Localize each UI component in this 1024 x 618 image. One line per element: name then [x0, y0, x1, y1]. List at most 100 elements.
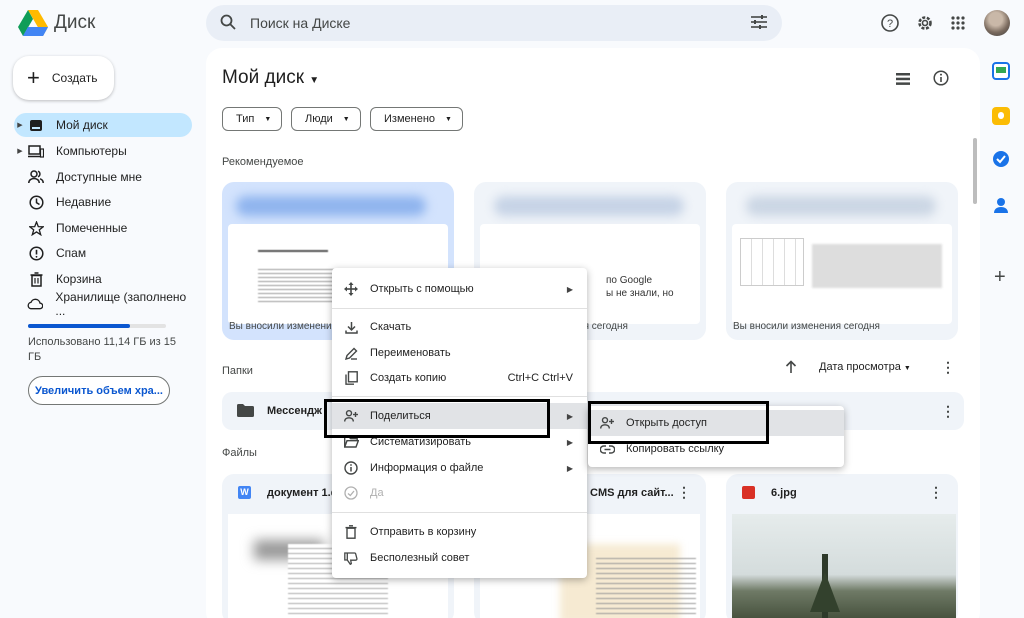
menu-item-make-copy[interactable]: Создать копию Ctrl+C Ctrl+V — [332, 365, 587, 391]
menu-item-label: Информация о файле — [370, 462, 484, 474]
page-title[interactable]: Мой диск ▼ — [222, 67, 319, 89]
sort-label: Дата просмотра — [819, 361, 901, 373]
more-options-icon[interactable]: ⋮ — [677, 484, 691, 501]
menu-item-label: Открыть с помощью — [370, 283, 474, 295]
submenu-arrow-icon: ▶ — [566, 411, 573, 421]
details-info-icon[interactable] — [933, 70, 949, 91]
expand-caret-icon[interactable]: ▶ — [14, 147, 26, 155]
my-drive-icon — [28, 117, 44, 133]
tasks-icon[interactable] — [992, 150, 1010, 173]
chevron-down-icon: ▼ — [903, 365, 911, 372]
sidebar-item-recent[interactable]: Недавние — [14, 190, 192, 214]
chip-label: Тип — [236, 113, 255, 125]
menu-item-label: Переименовать — [370, 347, 451, 359]
menu-item-useless-tip[interactable]: Бесполезный совет — [332, 545, 587, 571]
upgrade-storage-button[interactable]: Увеличить объем хра... — [28, 376, 170, 405]
chip-label: Изменено — [384, 113, 436, 125]
spam-icon — [28, 245, 44, 261]
folder-icon — [237, 404, 254, 422]
sort-dropdown[interactable]: Дата просмотра ▼ — [819, 361, 911, 373]
menu-item-label: Бесполезный совет — [370, 552, 470, 564]
menu-item-rename[interactable]: Переименовать — [332, 340, 587, 366]
create-button-label: Создать — [51, 71, 98, 85]
filter-type-chip[interactable]: Тип ▼ — [222, 107, 283, 131]
preview-text-line: ы не знали, но — [606, 288, 674, 299]
file-name: 6.jpg — [771, 487, 797, 499]
settings-gear-icon[interactable] — [915, 13, 935, 33]
clock-icon — [28, 194, 44, 210]
list-view-icon[interactable] — [896, 72, 910, 90]
sidebar-item-label: Корзина — [56, 272, 102, 286]
sidebar-item-computers[interactable]: ▶ Компьютеры — [14, 139, 192, 163]
avatar[interactable] — [984, 10, 1010, 36]
menu-item-label: Создать копию — [370, 372, 447, 384]
search-input[interactable]: Поиск на Диске — [250, 15, 350, 31]
sidebar-item-starred[interactable]: Помеченные — [14, 216, 192, 240]
offline-icon — [343, 486, 359, 500]
title-dropdown-icon[interactable]: ▼ — [309, 75, 319, 86]
menu-item-shortcut: Ctrl+C Ctrl+V — [507, 372, 573, 384]
expand-caret-icon[interactable]: ▶ — [14, 121, 26, 129]
menu-item-move-to-trash[interactable]: Отправить в корзину — [332, 519, 587, 545]
sidebar-item-shared[interactable]: Доступные мне — [14, 165, 192, 189]
sidebar-item-label: Доступные мне — [56, 170, 142, 184]
contacts-icon[interactable] — [993, 196, 1009, 219]
storage-usage-text: Использовано 11,14 ГБ из 15 ГБ — [28, 336, 176, 363]
file-name: CMS для сайт... — [590, 487, 674, 499]
apps-grid-icon[interactable] — [948, 13, 968, 33]
trash-icon — [28, 271, 44, 287]
sidebar-item-label: Хранилище (заполнено ... — [55, 290, 187, 318]
chevron-down-icon: ▼ — [445, 115, 452, 123]
more-options-icon[interactable]: ⋮ — [941, 359, 955, 376]
menu-item-label: Да — [370, 487, 384, 499]
storage-bar — [28, 324, 166, 328]
help-icon[interactable]: ? — [880, 13, 900, 33]
image-file-icon — [742, 486, 755, 499]
highlight-box-share — [324, 399, 550, 438]
chip-label: Люди — [305, 113, 333, 125]
search-options-icon[interactable] — [750, 14, 768, 35]
add-apps-plus-icon[interactable]: + — [994, 266, 1006, 289]
menu-item-download[interactable]: Скачать — [332, 314, 587, 340]
menu-divider — [332, 308, 587, 309]
file-card[interactable]: 6.jpg ⋮ — [726, 474, 958, 618]
rename-icon — [343, 347, 359, 360]
cloud-icon — [27, 296, 44, 312]
recommended-card[interactable]: Вы вносили изменения сегодня — [726, 182, 958, 340]
search-icon[interactable] — [220, 14, 236, 35]
scrollbar[interactable] — [973, 138, 977, 204]
sidebar-item-spam[interactable]: Спам — [14, 241, 192, 265]
preview-text-line: по Google — [606, 275, 653, 286]
more-options-icon[interactable]: ⋮ — [941, 403, 955, 420]
calendar-icon[interactable] — [992, 62, 1010, 80]
menu-item-label: Копировать ссылку — [626, 443, 725, 455]
menu-divider — [332, 396, 587, 397]
sidebar-item-label: Мой диск — [56, 118, 108, 132]
menu-item-open-with[interactable]: Открыть с помощью ▶ — [332, 276, 587, 302]
app-title[interactable]: Диск — [54, 12, 95, 34]
trash-icon — [343, 525, 359, 539]
drive-logo-icon[interactable] — [18, 10, 48, 36]
menu-item-offline: Да — [332, 480, 587, 506]
keep-icon[interactable] — [992, 107, 1010, 125]
menu-item-file-info[interactable]: Информация о файле ▶ — [332, 455, 587, 481]
submenu-arrow-icon: ▶ — [566, 463, 573, 473]
open-with-icon — [343, 282, 359, 296]
thumbs-down-icon — [343, 551, 359, 565]
sidebar-item-label: Компьютеры — [56, 144, 127, 158]
sort-direction-arrow-icon[interactable] — [785, 360, 797, 378]
sidebar-item-my-drive[interactable]: ▶ Мой диск — [14, 113, 192, 137]
create-button[interactable]: + Создать — [13, 56, 114, 100]
sidebar-item-storage[interactable]: Хранилище (заполнено ... — [14, 290, 192, 318]
download-icon — [343, 321, 359, 334]
filter-people-chip[interactable]: Люди ▼ — [291, 107, 361, 131]
storage-bar-fill — [28, 324, 131, 328]
plus-icon: + — [27, 65, 40, 90]
more-options-icon[interactable]: ⋮ — [929, 484, 943, 501]
filter-modified-chip[interactable]: Изменено ▼ — [370, 107, 463, 131]
highlight-box-open-access — [588, 401, 769, 444]
star-icon — [28, 220, 44, 236]
sidebar-item-trash[interactable]: Корзина — [14, 267, 192, 291]
info-icon — [343, 461, 359, 475]
recommended-heading: Рекомендуемое — [222, 156, 304, 168]
